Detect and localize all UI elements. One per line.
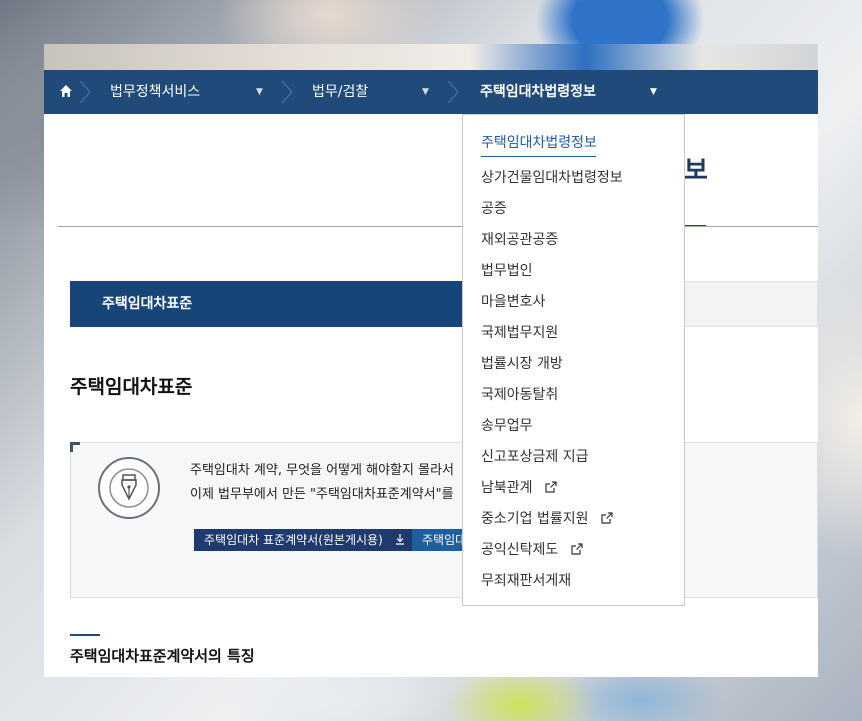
breadcrumb-nav: 법무정책서비스 ▼ 법무/검찰 ▼ 주택임대차법령정보 ▼: [44, 70, 818, 114]
breadcrumb-item-justice-prosecution[interactable]: 법무/검찰 ▼: [312, 70, 429, 114]
tab-housing-lease-standard[interactable]: 주택임대차표준: [70, 281, 470, 327]
external-link-icon: [571, 543, 583, 555]
header-photo-strip: [44, 44, 818, 70]
fountain-pen-icon: [98, 457, 160, 519]
caret-down-icon: ▼: [422, 87, 429, 97]
features-bar: [70, 634, 100, 636]
menu-item-international-legal-support[interactable]: 국제법무지원: [481, 322, 558, 342]
breadcrumb-separator-icon: [79, 80, 91, 104]
external-link-icon: [601, 512, 613, 524]
home-icon[interactable]: [58, 83, 74, 99]
button-label: 주택임대차 표준계약서(원본게시용): [204, 533, 383, 547]
caret-down-icon: ▼: [256, 87, 263, 97]
divider: [58, 226, 818, 227]
menu-item-label: 중소기업 법률지원: [481, 511, 589, 527]
menu-item-child-abduction[interactable]: 국제아동탈취: [481, 384, 558, 404]
breadcrumb-separator-icon: [447, 80, 459, 104]
features-heading: 주택임대차표준계약서의 특징: [70, 647, 255, 665]
menu-item-label: 공익신탁제도: [481, 542, 559, 558]
menu-item-housing-lease[interactable]: 주택임대차법령정보: [481, 132, 597, 152]
breadcrumb-dropdown-menu: 주택임대차법령정보 상가건물임대차법령정보 공증 재외공관공증 법무법인 마을변…: [462, 114, 685, 606]
corner-mark: [70, 442, 80, 452]
breadcrumb-label: 법무정책서비스: [110, 84, 201, 100]
menu-item-acquittal-publication[interactable]: 무죄재판서게재: [481, 570, 571, 590]
menu-item-commercial-lease[interactable]: 상가건물임대차법령정보: [481, 167, 623, 187]
caret-down-icon: ▼: [650, 87, 657, 97]
section-heading: 주택임대차표준: [70, 376, 193, 398]
download-icon: [395, 534, 404, 545]
menu-item-overseas-notarization[interactable]: 재외공관공증: [481, 229, 558, 249]
menu-item-legal-market-opening[interactable]: 법률시장 개방: [481, 353, 563, 373]
breadcrumb-item-housing-lease[interactable]: 주택임대차법령정보 ▼: [480, 70, 657, 114]
page-title: 보: [684, 156, 708, 186]
breadcrumb-item-policy-service[interactable]: 법무정책서비스 ▼: [110, 70, 263, 114]
download-standard-contract-button[interactable]: 주택임대차 표준계약서(원본게시용): [194, 529, 415, 551]
info-text: 이제 법무부에서 만든 "주택임대차표준계약서"를: [190, 487, 454, 502]
menu-item-sme-legal-support[interactable]: 중소기업 법률지원: [481, 508, 613, 528]
menu-item-inter-korean[interactable]: 남북관계: [481, 477, 557, 497]
menu-item-reward-payment[interactable]: 신고포상금제 지급: [481, 446, 589, 466]
breadcrumb-label: 주택임대차법령정보: [480, 84, 596, 100]
info-text: 주택임대차 계약, 무엇을 어떻게 해야할지 몰라서: [190, 463, 454, 478]
menu-item-notarization[interactable]: 공증: [481, 198, 507, 218]
breadcrumb-label: 법무/검찰: [312, 84, 369, 100]
menu-item-public-trust[interactable]: 공익신탁제도: [481, 539, 583, 559]
menu-item-litigation[interactable]: 송무업무: [481, 415, 533, 435]
breadcrumb-separator-icon: [281, 80, 293, 104]
selected-underline: [481, 156, 596, 157]
menu-item-village-lawyer[interactable]: 마을변호사: [481, 291, 545, 311]
browser-content: 법무정책서비스 ▼ 법무/검찰 ▼ 주택임대차법령정보 ▼ 보 주택임대차표준 …: [44, 44, 818, 677]
menu-item-law-firm[interactable]: 법무법인: [481, 260, 533, 280]
menu-item-label: 남북관계: [481, 480, 533, 496]
external-link-icon: [545, 481, 557, 493]
